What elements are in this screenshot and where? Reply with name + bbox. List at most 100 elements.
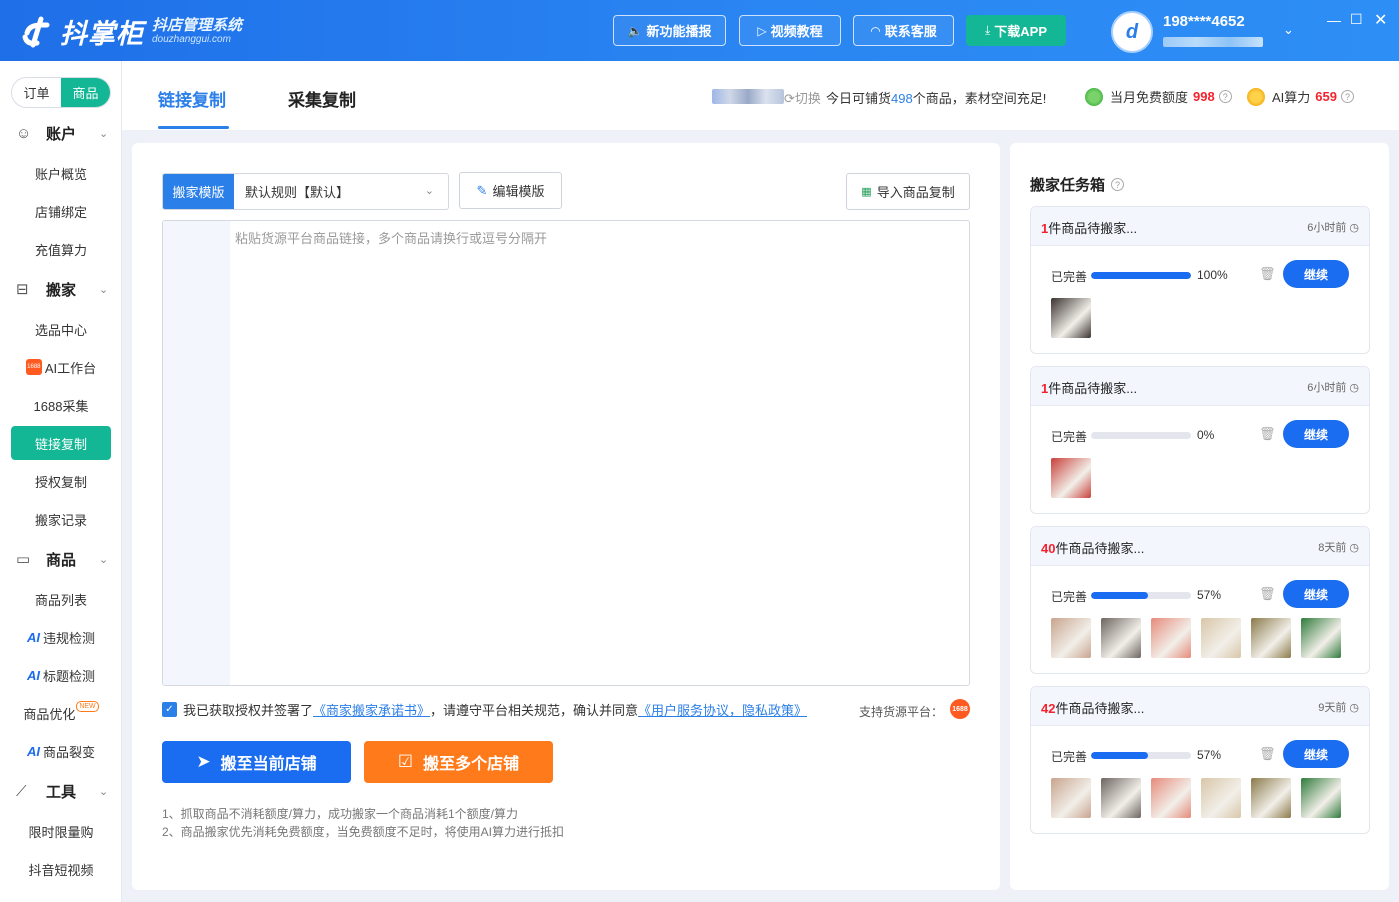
move-current-label: 搬至当前店铺 [220,756,317,773]
sidebar-item-account-overview[interactable]: 账户概览 [11,156,111,190]
avatar[interactable]: d [1111,11,1153,53]
free-quota-label: 当月免费额度 [1110,90,1189,105]
trash-icon[interactable]: 🗑 [1259,266,1276,282]
agree-text-pre: 我已获取授权并签署了 [183,703,314,718]
download-app-label: 下载APP [994,24,1048,39]
contact-support-button[interactable]: ◠ 联系客服 [853,15,954,46]
task-box-title-text: 搬家任务箱 [1030,177,1106,194]
trash-icon[interactable]: 🗑 [1259,426,1276,442]
sidebar-item-move-records[interactable]: 搬家记录 [11,502,111,536]
sidebar-item-ai-workbench[interactable]: 1688 AI工作台 [11,350,111,384]
sidebar-item-product-optimize[interactable]: 商品优化 NEW [11,696,111,730]
whats-new-button[interactable]: 🔈 新功能播报 [613,15,726,46]
maximize-icon[interactable]: ☐ [1350,11,1363,28]
ai-power: AI算力 659 ? [1247,87,1354,106]
product-thumbnail [1051,298,1091,338]
free-quota: 当月免费额度 998 ? [1085,87,1232,106]
note-1: 1、抓取商品不消耗额度/算力，成功搬家一个商品消耗1个额度/算力 [162,807,519,821]
agree-checkbox[interactable]: ✓ [162,702,177,717]
sidebar-item-selection-center[interactable]: 选品中心 [11,312,111,346]
chevron-down-icon[interactable]: ⌄ [1283,22,1294,38]
continue-button[interactable]: 继续 [1283,740,1349,768]
continue-button[interactable]: 继续 [1283,260,1349,288]
progress-bar [1091,272,1191,279]
product-thumbnails [1051,298,1101,338]
order-product-toggle: 订单 商品 [11,77,111,108]
move-to-current-shop-button[interactable]: ➤ 搬至当前店铺 [162,741,351,783]
continue-button[interactable]: 继续 [1283,580,1349,608]
sidebar-item-label: AI工作台 [44,360,97,376]
trash-icon[interactable]: 🗑 [1259,746,1276,762]
chevron-down-icon: ⌄ [99,283,109,296]
product-thumbnail [1051,618,1091,658]
product-thumbnail [1151,778,1191,818]
section-label: 账户 [46,125,77,143]
task-count: 40 [1041,541,1056,556]
minimize-icon[interactable]: — [1327,12,1341,28]
sidebar-item-flash-sale[interactable]: 限时限量购 [11,814,111,848]
trash-icon[interactable]: 🗑 [1259,586,1276,602]
sidebar-item-violation-check[interactable]: AI 违规检测 [11,620,111,654]
section-label: 搬家 [46,281,77,299]
template-label: 搬家模版 [163,174,234,209]
sidebar-item-shop-binding[interactable]: 店铺绑定 [11,194,111,228]
sidebar-section-move[interactable]: ⊟ 搬家 ⌄ [0,274,122,304]
progress-label: 已完善 [1051,430,1088,444]
video-tutorial-button[interactable]: ▷ 视频教程 [739,15,841,46]
ai-coin-icon [1247,87,1265,106]
move-to-multiple-shops-button[interactable]: ☑ 搬至多个店铺 [364,741,553,783]
agreement-row: ✓ 我已获取授权并签署了 《商家搬家承诺书》 ，请遵守平台相关规范，确认并同意 … [162,700,807,719]
check-copy-icon: ☑ [397,752,414,771]
switch-shop-link[interactable]: ⟳切换 [784,88,821,107]
task-title: 件商品待搬家... [1055,541,1145,556]
tab-collect-copy[interactable]: 采集复制 [288,86,356,111]
task-card: 42件商品待搬家... 9天前 ◷ 已完善 57% 🗑 继续 [1030,686,1370,834]
sidebar-item-auth-copy[interactable]: 授权复制 [11,464,111,498]
progress-bar [1091,592,1191,599]
contact-support-label: 联系客服 [884,24,937,39]
progress-fill [1091,592,1148,599]
progress-percent: 0% [1197,428,1215,442]
merchant-pledge-link[interactable]: 《商家搬家承诺书》 [313,700,430,719]
help-icon[interactable]: ? [1218,90,1232,103]
active-tab-indicator [158,126,229,129]
info-post: 个商品，素材空间充足! [912,91,1047,106]
download-app-button[interactable]: ⤓ 下载APP [966,15,1066,46]
sidebar-item-title-check[interactable]: AI 标题检测 [11,658,111,692]
quota-coin-icon [1085,87,1103,106]
user-agreement-link[interactable]: 《用户服务协议，隐私政策》 [638,700,807,719]
template-select[interactable]: 搬家模版 默认规则【默认】 ⌄ [162,173,449,210]
account-icon: ☺ [16,124,32,142]
sidebar-section-tools[interactable]: ⟋ 工具 ⌄ [0,776,122,806]
progress-label: 已完善 [1051,590,1088,604]
close-icon[interactable]: ✕ [1374,10,1387,30]
edit-template-button[interactable]: ✎ 编辑模版 [459,172,562,209]
logo-icon [18,14,54,50]
sidebar-section-account[interactable]: ☺ 账户 ⌄ [0,118,122,148]
sidebar-item-product-fission[interactable]: AI 商品裂变 [11,734,111,768]
sidebar-item-recharge[interactable]: 充值算力 [11,232,111,266]
link-input[interactable]: 粘贴货源平台商品链接，多个商品请换行或逗号分隔开 [162,220,970,686]
help-icon[interactable]: ? [1111,178,1125,191]
sidebar-section-product[interactable]: ▭ 商品 ⌄ [0,544,122,574]
tab-link-copy[interactable]: 链接复制 [158,86,226,111]
toggle-products[interactable]: 商品 [61,78,110,107]
product-thumbnail [1301,618,1341,658]
help-icon[interactable]: ? [1341,90,1354,103]
sidebar-item-link-copy[interactable]: 链接复制 [11,426,111,460]
product-thumbnail [1101,778,1141,818]
sidebar-item-1688-collect[interactable]: 1688采集 [11,388,111,422]
sidebar-item-label: 商品裂变 [42,744,95,760]
continue-button[interactable]: 继续 [1283,420,1349,448]
edit-icon: ✎ [476,182,488,198]
product-thumbnail [1101,618,1141,658]
note-2: 2、商品搬家优先消耗免费额度，当免费额度不足时，将使用AI算力进行抵扣 [162,825,565,839]
excel-icon: ▦ [861,186,872,198]
product-thumbnail [1051,778,1091,818]
info-count: 498 [891,91,913,106]
sidebar-item-product-list[interactable]: 商品列表 [11,582,111,616]
import-copy-button[interactable]: ▦ 导入商品复制 [846,173,970,210]
toggle-orders[interactable]: 订单 [12,78,61,107]
product-thumbnail [1201,778,1241,818]
sidebar-item-douyin-video[interactable]: 抖音短视频 [11,852,111,886]
